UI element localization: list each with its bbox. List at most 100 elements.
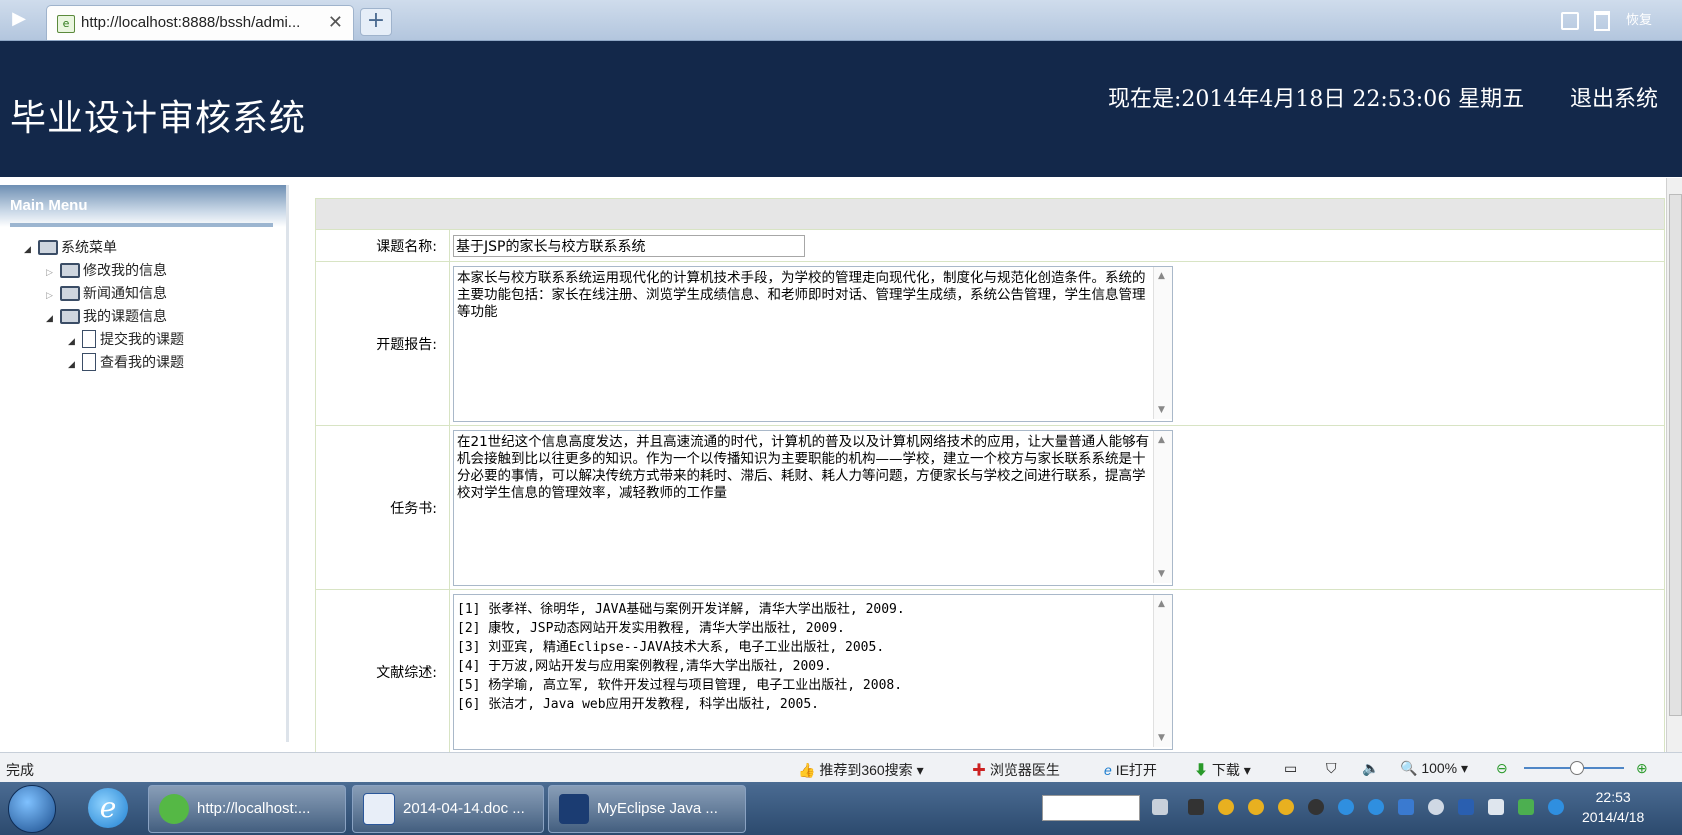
app-header: 毕业设计审核系统 现在是:2014年4月18日 22:53:06 星期五 退出系… [0, 41, 1682, 177]
menu-item-my-topic[interactable]: ◢ 我的课题信息 [46, 306, 167, 328]
refs-textarea[interactable]: [1] 张孝祥、徐明华, JAVA基础与案例开发详解, 清华大学出版社, 200… [454, 594, 1154, 747]
menu-item-label: 修改我的信息 [83, 263, 167, 279]
doctor-label: 浏览器医生 [989, 762, 1060, 778]
proposal-textarea[interactable]: 本家长与校方联系系统运用现代化的计算机技术手段，为学校的管理走向现代化，制度化与… [454, 266, 1154, 419]
recommend-label: 推荐到360搜索 [819, 762, 913, 778]
folder-icon [60, 309, 80, 324]
browser-tab[interactable]: e http://localhost:8888/bssh/admi... ✕ [46, 5, 354, 40]
tray-app-icon[interactable] [1188, 799, 1204, 815]
zoom-slider-knob[interactable] [1570, 761, 1584, 775]
volume-icon[interactable] [1428, 799, 1444, 815]
menu-item-label: 新闻通知信息 [83, 286, 167, 302]
sidebar-toggle-icon[interactable]: ▶ [8, 8, 30, 30]
ie-open-button[interactable]: e IE打开 [1104, 760, 1157, 780]
tray-app-icon[interactable] [1338, 799, 1354, 815]
download-button[interactable]: ⬇ 下载 ▾ [1194, 760, 1251, 780]
task-label: http://localhost:... [197, 800, 311, 817]
tray-app-icon[interactable] [1368, 799, 1384, 815]
zoom-level: 100% [1421, 760, 1458, 776]
menu-item-news[interactable]: ▷ 新闻通知信息 [46, 283, 167, 305]
tray-search-box[interactable] [1042, 795, 1140, 821]
scroll-down-icon[interactable]: ▼ [1158, 405, 1165, 415]
speaker-icon[interactable]: 🔈 [1362, 760, 1379, 777]
menu-item-edit-info[interactable]: ▷ 修改我的信息 [46, 260, 167, 282]
scroll-up-icon[interactable]: ▲ [1158, 271, 1165, 281]
menu-header: Main Menu [0, 185, 286, 227]
new-tab-button[interactable]: + [360, 8, 392, 36]
task-label: MyEclipse Java ... [597, 800, 718, 817]
scroll-up-icon[interactable]: ▲ [1158, 599, 1165, 609]
browser-doctor-button[interactable]: ✚ 浏览器医生 [972, 760, 1060, 780]
scroll-thumb[interactable] [1669, 194, 1682, 716]
scroll-down-icon[interactable]: ▼ [1158, 733, 1165, 743]
menu-item-submit-topic[interactable]: ◢ 提交我的课题 [68, 329, 184, 351]
scroll-down-icon[interactable]: ▼ [1158, 569, 1165, 579]
tray-app-icon[interactable] [1458, 799, 1474, 815]
myeclipse-icon [559, 794, 589, 825]
ie-icon: e [1104, 762, 1112, 778]
form-row-task: 任务书: 在21世纪这个信息高度发达，并且高速流通的时代，计算机的普及以及计算机… [315, 425, 1665, 590]
main-menu: Main Menu ◢ 系统菜单 ▷ 修改我的信息 ▷ 新闻通知信息 ◢ 我的课题信息 … [0, 185, 289, 742]
logout-link[interactable]: 退出系统 [1570, 81, 1658, 113]
leaf-arrow-icon: ◢ [68, 360, 75, 370]
window-buttons: 恢复 [1549, 9, 1652, 31]
page-scrollbar[interactable] [1666, 178, 1682, 752]
tree-root[interactable]: ◢ 系统菜单 [24, 237, 117, 259]
network-icon[interactable] [1488, 799, 1504, 815]
zoom-in-icon[interactable]: ⊕ [1636, 760, 1648, 777]
menu-item-view-topic[interactable]: ◢ 查看我的课题 [68, 352, 184, 374]
windows-taskbar: e http://localhost:... 2014-04-14.doc ..… [0, 782, 1682, 835]
search-icon[interactable] [1548, 799, 1564, 815]
refs-box: [1] 张孝祥、徐明华, JAVA基础与案例开发详解, 清华大学出版社, 200… [453, 593, 1173, 750]
shield-icon[interactable]: ⛉ [1326, 760, 1337, 777]
expanded-arrow-icon: ◢ [24, 245, 31, 255]
clock-text: 现在是:2014年4月18日 22:53:06 星期五 [1108, 87, 1525, 112]
recommend-360-button[interactable]: 👍 推荐到360搜索 ▾ [798, 760, 924, 780]
trash-icon[interactable] [1594, 10, 1611, 31]
tray-app-icon[interactable] [1518, 799, 1534, 815]
task-word-doc[interactable]: 2014-04-14.doc ... [352, 785, 544, 833]
qq-icon[interactable] [1218, 799, 1234, 815]
topic-form: 课题名称: 开题报告: 本家长与校方联系系统运用现代化的计算机技术手段，为学校的… [315, 198, 1665, 754]
scrollbar[interactable]: ▲ ▼ [1153, 430, 1172, 583]
form-header-row [315, 198, 1665, 230]
topic-title-input[interactable] [453, 234, 805, 257]
tray-date: 2014/4/18 [1582, 809, 1645, 825]
menu-title: Main Menu [10, 197, 88, 214]
restore-label[interactable]: 恢复 [1626, 12, 1652, 27]
folder-icon [38, 240, 58, 255]
medkit-icon: ✚ [972, 762, 986, 778]
menu-item-label: 我的课题信息 [83, 309, 167, 325]
task-myeclipse[interactable]: MyEclipse Java ... [548, 785, 746, 833]
scroll-up-icon[interactable]: ▲ [1158, 435, 1165, 445]
ie-launcher-icon[interactable]: e [88, 788, 128, 828]
qq-icon[interactable] [1278, 799, 1294, 815]
zoom-out-icon[interactable]: ⊖ [1496, 760, 1508, 777]
keyboard-icon[interactable] [1152, 799, 1168, 815]
magnifier-icon: 🔍 [1400, 760, 1418, 776]
browser-app-icon [159, 794, 189, 825]
tray-clock[interactable]: 22:53 2014/4/18 [1582, 787, 1644, 827]
restore-window-icon[interactable] [1560, 11, 1579, 30]
tree-root-label: 系统菜单 [61, 240, 117, 256]
ie-open-label: IE打开 [1115, 762, 1157, 778]
form-row-title: 课题名称: [315, 229, 1665, 262]
menu-item-label: 查看我的课题 [100, 355, 184, 371]
start-button[interactable] [8, 785, 56, 833]
main-content: 课题名称: 开题报告: 本家长与校方联系系统运用现代化的计算机技术手段，为学校的… [315, 198, 1665, 754]
scrollbar[interactable]: ▲ ▼ [1153, 266, 1172, 419]
menu-divider [10, 223, 273, 227]
shield-icon[interactable] [1398, 799, 1414, 815]
scrollbar[interactable]: ▲ ▼ [1153, 594, 1172, 747]
title-label: 课题名称: [315, 229, 450, 262]
task-textarea[interactable]: 在21世纪这个信息高度发达，并且高速流通的时代，计算机的普及以及计算机网络技术的… [454, 430, 1154, 583]
download-label: 下载 [1211, 762, 1240, 778]
task-browser[interactable]: http://localhost:... [148, 785, 346, 833]
close-tab-icon[interactable]: ✕ [328, 12, 343, 33]
word-doc-icon [363, 793, 395, 826]
browser-tab-strip: ▶ e http://localhost:8888/bssh/admi... ✕… [0, 0, 1682, 41]
window-icon[interactable]: ▭ [1284, 760, 1297, 777]
zoom-control[interactable]: 🔍 100% ▾ [1400, 760, 1468, 777]
tray-app-icon[interactable] [1308, 799, 1324, 815]
qq-icon[interactable] [1248, 799, 1264, 815]
